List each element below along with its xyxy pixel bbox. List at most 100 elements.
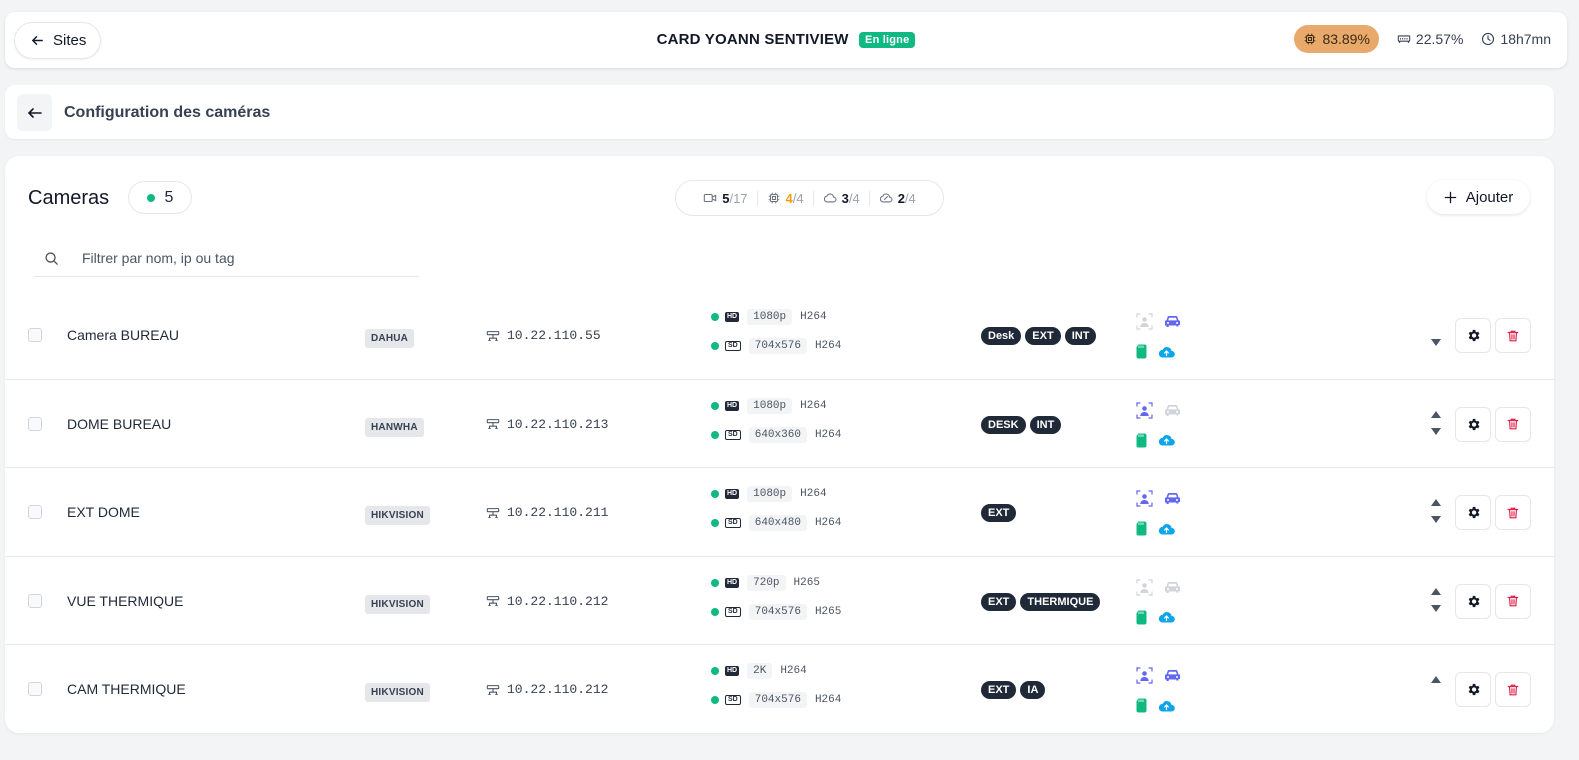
memory-icon bbox=[1397, 35, 1411, 43]
person-detection-icon[interactable] bbox=[1136, 667, 1153, 684]
sd-resolution: 640x360 bbox=[748, 426, 807, 443]
ip-value: 10.22.110.213 bbox=[507, 416, 609, 432]
tag-badge: IA bbox=[1020, 681, 1046, 699]
tag-badge: INT bbox=[1029, 415, 1062, 434]
reorder-arrows bbox=[1431, 495, 1443, 529]
stat-cloud: 3/4 bbox=[812, 190, 869, 206]
cpu-metric: 83.89% bbox=[1294, 25, 1379, 53]
row-checkbox[interactable] bbox=[28, 505, 42, 519]
ai-detection bbox=[1136, 313, 1188, 331]
cloud-upload-icon bbox=[1158, 346, 1176, 358]
ip-address: 10.22.110.212 bbox=[486, 594, 608, 609]
stream-online-dot-icon bbox=[711, 667, 719, 675]
brand-badge: HIKVISION bbox=[365, 506, 430, 525]
cloud-upload-icon bbox=[1158, 611, 1176, 623]
camera-row: EXT DOME HIKVISION 10.22.110.211 HD 1080… bbox=[5, 468, 1554, 557]
storage-features bbox=[1136, 432, 1182, 450]
delete-button[interactable] bbox=[1495, 495, 1531, 530]
move-up-icon[interactable] bbox=[1431, 410, 1441, 418]
uptime-metric: 18h7mn bbox=[1481, 31, 1551, 47]
sd-resolution: 640x480 bbox=[748, 515, 807, 531]
camera-name: VUE THERMIQUE bbox=[67, 592, 184, 609]
cameras-panel: Cameras 5 5/17 4/4 3/4 2/4 Ajouter Filtr… bbox=[5, 156, 1554, 733]
move-down-icon[interactable] bbox=[1431, 427, 1441, 435]
main-stream: HD 1080p H264 bbox=[711, 397, 827, 414]
move-down-icon[interactable] bbox=[1431, 339, 1441, 346]
sd-quality-icon: SD bbox=[725, 429, 741, 440]
hd-codec: H264 bbox=[780, 665, 807, 677]
tag-badge: Desk bbox=[981, 327, 1022, 345]
gear-icon bbox=[1468, 683, 1479, 696]
hd-resolution: 2K bbox=[747, 663, 773, 679]
settings-button[interactable] bbox=[1455, 495, 1491, 530]
config-back-button[interactable] bbox=[17, 94, 52, 131]
camera-list: Camera BUREAU DAHUA 10.22.110.55 HD 1080… bbox=[5, 291, 1554, 734]
vehicle-detection-icon[interactable] bbox=[1164, 669, 1181, 682]
trash-icon bbox=[1507, 418, 1519, 430]
stream-online-dot-icon bbox=[711, 519, 719, 527]
move-down-icon[interactable] bbox=[1431, 516, 1441, 523]
settings-button[interactable] bbox=[1455, 406, 1491, 442]
stream-online-dot-icon bbox=[711, 607, 719, 616]
memory-value: 22.57% bbox=[1415, 31, 1464, 47]
vehicle-detection-icon[interactable] bbox=[1164, 404, 1181, 417]
ip-address: 10.22.110.211 bbox=[486, 505, 608, 520]
stream-online-dot-icon bbox=[711, 490, 719, 498]
sub-stream: SD 640x360 H264 bbox=[711, 426, 842, 443]
search-input[interactable] bbox=[82, 250, 402, 266]
network-icon bbox=[486, 596, 500, 606]
main-stream: HD 2K H264 bbox=[711, 663, 807, 679]
row-checkbox[interactable] bbox=[28, 416, 42, 431]
trash-icon bbox=[1507, 330, 1519, 341]
move-down-icon[interactable] bbox=[1431, 604, 1441, 612]
row-checkbox[interactable] bbox=[28, 682, 42, 696]
person-detection-icon[interactable] bbox=[1136, 402, 1153, 419]
vehicle-detection-icon[interactable] bbox=[1164, 492, 1181, 505]
delete-button[interactable] bbox=[1495, 672, 1531, 707]
vehicle-detection-icon[interactable] bbox=[1164, 581, 1181, 594]
person-detection-icon[interactable] bbox=[1136, 490, 1153, 507]
trash-icon bbox=[1507, 684, 1519, 695]
delete-button[interactable] bbox=[1495, 583, 1531, 619]
delete-button[interactable] bbox=[1495, 406, 1531, 442]
sd-quality-icon: SD bbox=[725, 695, 741, 705]
reorder-arrows bbox=[1431, 318, 1443, 352]
cloud-storage-icon bbox=[879, 193, 893, 203]
settings-button[interactable] bbox=[1455, 672, 1491, 707]
row-checkbox[interactable] bbox=[28, 593, 42, 608]
reorder-arrows bbox=[1431, 672, 1443, 706]
vehicle-detection-icon[interactable] bbox=[1164, 315, 1181, 328]
move-up-icon[interactable] bbox=[1431, 587, 1441, 595]
sd-codec: H264 bbox=[814, 428, 842, 441]
hd-resolution: 1080p bbox=[747, 309, 793, 325]
camera-row: DOME BUREAU HANWHA 10.22.110.213 HD 1080… bbox=[5, 380, 1554, 468]
plus-icon bbox=[1444, 191, 1456, 203]
delete-button[interactable] bbox=[1495, 318, 1531, 353]
row-checkbox[interactable] bbox=[28, 328, 42, 342]
sub-stream: SD 704x576 H265 bbox=[711, 603, 841, 620]
move-up-icon[interactable] bbox=[1431, 676, 1441, 683]
tag-badge: DESK bbox=[981, 415, 1026, 434]
search-box bbox=[34, 240, 419, 277]
sd-codec: H264 bbox=[814, 517, 842, 529]
tag-list: EXT bbox=[981, 504, 1017, 522]
sd-card-icon bbox=[1136, 344, 1147, 359]
sd-resolution: 704x576 bbox=[748, 692, 807, 708]
cloud-upload-icon bbox=[1158, 523, 1176, 535]
camera-name: DOME BUREAU bbox=[67, 415, 172, 432]
person-detection-icon[interactable] bbox=[1136, 313, 1153, 330]
settings-button[interactable] bbox=[1455, 318, 1491, 353]
top-bar: Sites CARD YOANN SENTIVIEW En ligne 83.8… bbox=[5, 12, 1567, 68]
add-camera-button[interactable]: Ajouter bbox=[1427, 180, 1530, 214]
sd-resolution: 704x576 bbox=[748, 603, 807, 620]
tag-badge: EXT bbox=[981, 504, 1017, 522]
sd-quality-icon: SD bbox=[725, 518, 741, 528]
storage-features bbox=[1136, 520, 1182, 538]
cpu-chip-icon bbox=[1305, 33, 1316, 45]
reorder-arrows bbox=[1431, 584, 1443, 618]
reorder-arrows bbox=[1431, 407, 1443, 441]
move-up-icon[interactable] bbox=[1431, 499, 1441, 506]
camera-row: Camera BUREAU DAHUA 10.22.110.55 HD 1080… bbox=[5, 291, 1554, 380]
person-detection-icon[interactable] bbox=[1136, 579, 1153, 596]
settings-button[interactable] bbox=[1455, 583, 1491, 619]
